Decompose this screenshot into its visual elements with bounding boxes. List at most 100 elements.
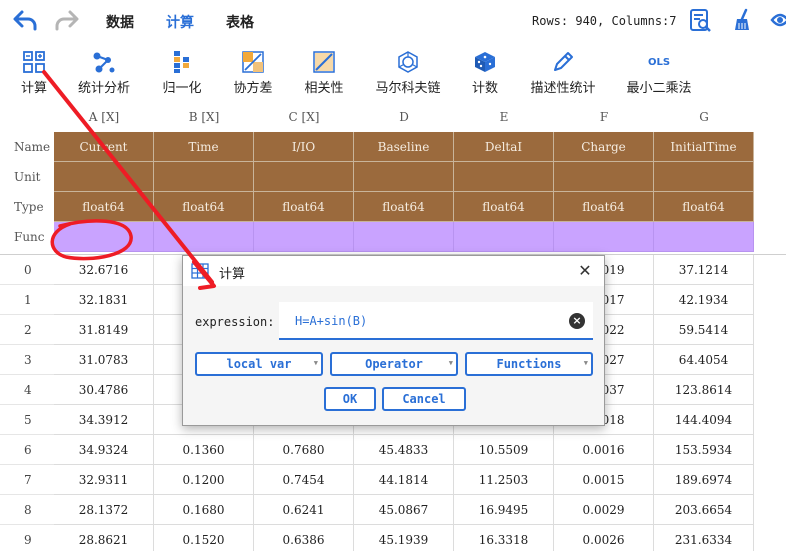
func-cell[interactable] <box>654 222 754 252</box>
functions-dropdown[interactable]: Functions ▼ <box>465 352 593 376</box>
ok-button[interactable]: OK <box>324 387 376 411</box>
name-cell[interactable]: I/IO <box>254 132 354 162</box>
ribbon-normalize-button[interactable]: 归一化 <box>160 44 204 96</box>
table-cell[interactable]: 45.1939 <box>354 525 454 551</box>
table-cell[interactable]: 0.1200 <box>154 465 254 495</box>
ribbon-statistics-button[interactable]: 统计分析 <box>74 44 134 96</box>
name-cell[interactable]: DeltaI <box>454 132 554 162</box>
table-cell[interactable]: 32.9311 <box>54 465 154 495</box>
table-cell[interactable]: 0.0016 <box>554 435 654 465</box>
table-cell[interactable]: 42.1934 <box>654 285 754 315</box>
table-cell[interactable]: 0.7454 <box>254 465 354 495</box>
column-header-c[interactable]: C [X] <box>254 110 354 124</box>
unit-cell[interactable] <box>454 162 554 192</box>
table-cell[interactable]: 31.0783 <box>54 345 154 375</box>
type-cell[interactable]: float64 <box>354 192 454 222</box>
ribbon-covariance-button[interactable]: 协方差 <box>230 44 276 96</box>
tab-compute[interactable]: 计算 <box>166 12 194 32</box>
func-cell[interactable] <box>454 222 554 252</box>
column-header-g[interactable]: G <box>654 110 754 124</box>
table-cell[interactable]: 231.6334 <box>654 525 754 551</box>
table-cell[interactable]: 144.4094 <box>654 405 754 435</box>
tab-table[interactable]: 表格 <box>226 12 254 32</box>
table-cell[interactable]: 0.0029 <box>554 495 654 525</box>
table-cell[interactable]: 0.1520 <box>154 525 254 551</box>
column-header-d[interactable]: D <box>354 110 454 124</box>
unit-cell[interactable] <box>54 162 154 192</box>
table-cell[interactable]: 37.1214 <box>654 255 754 285</box>
table-cell[interactable]: 45.0867 <box>354 495 454 525</box>
table-cell[interactable]: 28.8621 <box>54 525 154 551</box>
unit-cell[interactable] <box>154 162 254 192</box>
ribbon-compute-button[interactable]: 计算 <box>14 44 54 96</box>
table-cell[interactable]: 16.3318 <box>454 525 554 551</box>
table-cell[interactable]: 28.1372 <box>54 495 154 525</box>
name-cell[interactable]: Charge <box>554 132 654 162</box>
view-icon[interactable] <box>770 8 786 32</box>
table-cell[interactable]: 44.1814 <box>354 465 454 495</box>
name-cell[interactable]: InitialTime <box>654 132 754 162</box>
table-cell[interactable]: 31.8149 <box>54 315 154 345</box>
tab-data[interactable]: 数据 <box>106 12 134 32</box>
clean-icon[interactable] <box>730 8 754 32</box>
column-header-a[interactable]: A [X] <box>54 110 154 124</box>
type-cell[interactable]: float64 <box>654 192 754 222</box>
table-cell[interactable]: 45.4833 <box>354 435 454 465</box>
table-cell[interactable]: 203.6654 <box>654 495 754 525</box>
column-header-b[interactable]: B [X] <box>154 110 254 124</box>
column-header-f[interactable]: F <box>554 110 654 124</box>
table-cell[interactable]: 189.6974 <box>654 465 754 495</box>
type-cell[interactable]: float64 <box>454 192 554 222</box>
table-cell[interactable]: 0.0015 <box>554 465 654 495</box>
type-cell[interactable]: float64 <box>54 192 154 222</box>
ribbon-descriptive-button[interactable]: 描述性统计 <box>528 44 598 96</box>
type-cell[interactable]: float64 <box>154 192 254 222</box>
clear-icon[interactable]: × <box>569 313 585 329</box>
expression-input[interactable]: H=A+sin(B) × <box>279 302 593 340</box>
table-cell[interactable]: 64.4054 <box>654 345 754 375</box>
unit-cell[interactable] <box>354 162 454 192</box>
operator-dropdown[interactable]: Operator ▼ <box>330 352 458 376</box>
close-icon[interactable]: ✕ <box>576 262 594 280</box>
undo-icon[interactable] <box>12 8 38 32</box>
table-cell[interactable]: 0.6386 <box>254 525 354 551</box>
column-header-e[interactable]: E <box>454 110 554 124</box>
redo-icon[interactable] <box>54 8 80 32</box>
ribbon-ols-button[interactable]: OLS 最小二乘法 <box>624 44 694 97</box>
ribbon-markov-button[interactable]: 马尔科夫链 <box>372 44 444 96</box>
table-cell[interactable]: 11.2503 <box>454 465 554 495</box>
table-cell[interactable]: 10.5509 <box>454 435 554 465</box>
table-cell[interactable]: 30.4786 <box>54 375 154 405</box>
table-cell[interactable]: 153.5934 <box>654 435 754 465</box>
table-cell[interactable]: 59.5414 <box>654 315 754 345</box>
ribbon-count-button[interactable]: 计数 <box>470 44 500 96</box>
table-cell[interactable]: 0.6241 <box>254 495 354 525</box>
unit-cell[interactable] <box>254 162 354 192</box>
name-cell[interactable]: Baseline <box>354 132 454 162</box>
table-cell[interactable]: 0.0026 <box>554 525 654 551</box>
table-cell[interactable]: 0.1680 <box>154 495 254 525</box>
table-cell[interactable]: 0.7680 <box>254 435 354 465</box>
func-cell[interactable] <box>254 222 354 252</box>
local-var-dropdown[interactable]: local var ▼ <box>195 352 323 376</box>
func-cell[interactable] <box>554 222 654 252</box>
name-cell[interactable]: Current <box>54 132 154 162</box>
name-cell[interactable]: Time <box>154 132 254 162</box>
table-cell[interactable]: 34.3912 <box>54 405 154 435</box>
func-cell[interactable] <box>154 222 254 252</box>
table-cell[interactable]: 0.1360 <box>154 435 254 465</box>
cancel-button[interactable]: Cancel <box>382 387 466 411</box>
dialog-titlebar[interactable]: 计算 ✕ <box>183 256 604 286</box>
table-cell[interactable]: 16.9495 <box>454 495 554 525</box>
func-cell[interactable] <box>354 222 454 252</box>
expression-value[interactable]: H=A+sin(B) <box>295 314 367 328</box>
table-cell[interactable]: 32.1831 <box>54 285 154 315</box>
type-cell[interactable]: float64 <box>554 192 654 222</box>
func-cell-a[interactable] <box>54 222 154 252</box>
table-cell[interactable]: 32.6716 <box>54 255 154 285</box>
unit-cell[interactable] <box>654 162 754 192</box>
type-cell[interactable]: float64 <box>254 192 354 222</box>
inspect-icon[interactable] <box>688 8 712 32</box>
ribbon-correlation-button[interactable]: 相关性 <box>302 44 346 96</box>
unit-cell[interactable] <box>554 162 654 192</box>
